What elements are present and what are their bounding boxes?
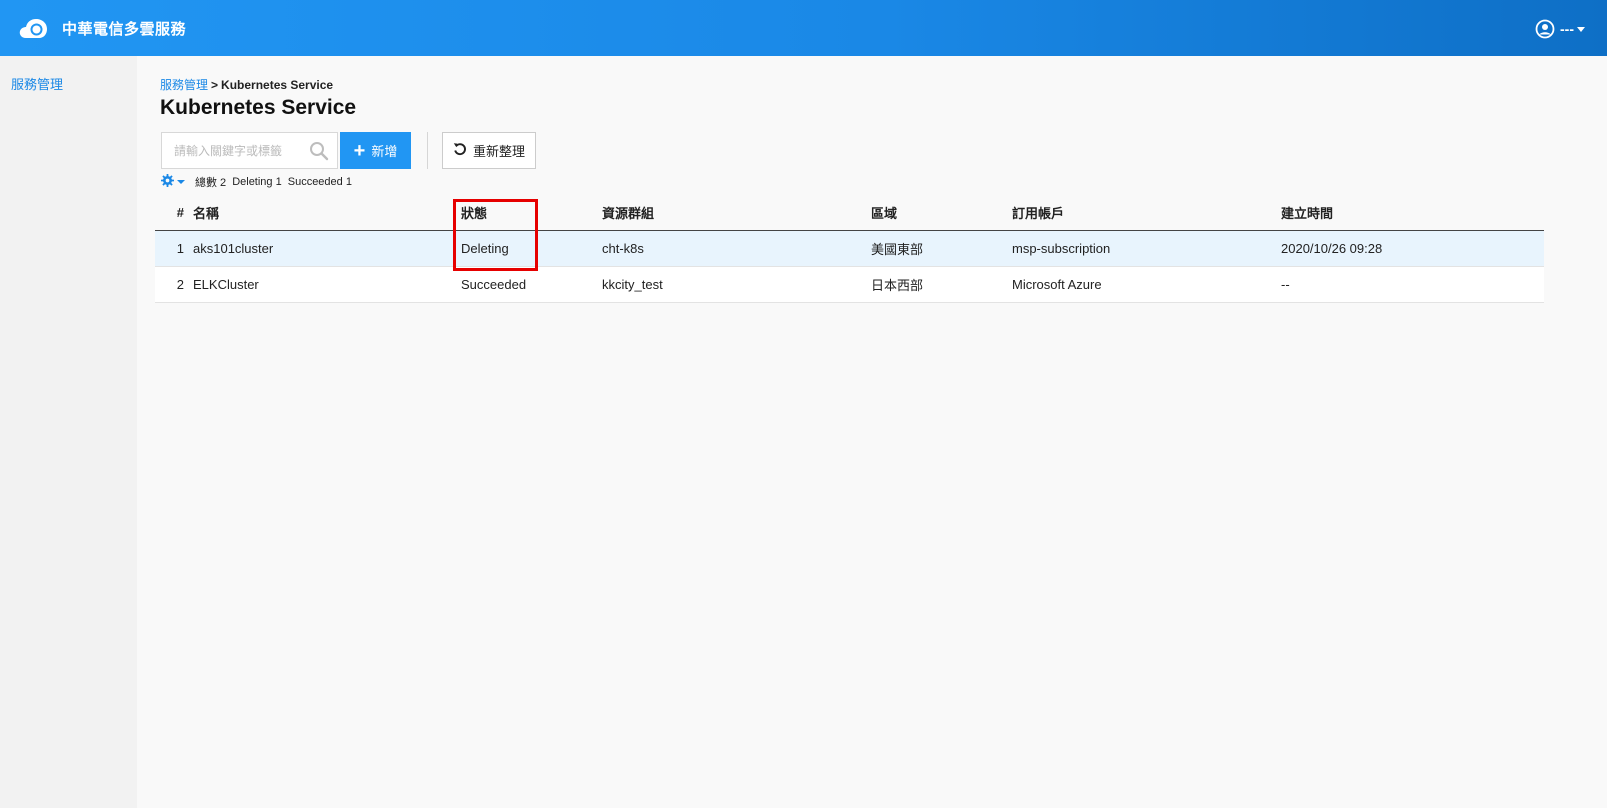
column-header-name[interactable]: 名稱 — [192, 196, 461, 231]
breadcrumb-link-service-management[interactable]: 服務管理 — [160, 78, 208, 92]
cluster-table: # 名稱 狀態 資源群組 區域 訂用帳戶 建立時間 1 aks101cluste… — [155, 196, 1544, 303]
table-row[interactable]: 1 aks101cluster Deleting cht-k8s 美國東部 ms… — [155, 230, 1544, 267]
table-header-row: # 名稱 狀態 資源群組 區域 訂用帳戶 建立時間 — [155, 196, 1544, 231]
refresh-button[interactable]: 重新整理 — [442, 132, 536, 169]
cell-subscription: msp-subscription — [1012, 230, 1281, 267]
add-button[interactable]: + 新增 — [340, 132, 411, 169]
column-header-subscription[interactable]: 訂用帳戶 — [1012, 196, 1281, 231]
page-title: Kubernetes Service — [160, 96, 357, 119]
add-button-label: 新增 — [371, 144, 398, 159]
breadcrumb-separator: > — [211, 78, 219, 92]
plus-icon: + — [353, 139, 366, 162]
chevron-down-icon — [177, 180, 185, 184]
brand[interactable]: 中華電信多雲服務 — [18, 14, 186, 42]
breadcrumb: 服務管理 > Kubernetes Service — [160, 76, 333, 93]
search-box — [161, 132, 338, 169]
cloud-logo-icon — [18, 16, 50, 40]
cell-region: 美國東部 — [871, 230, 1012, 267]
toolbar-divider — [427, 132, 428, 169]
summary-deleting: Deleting 1 — [232, 176, 282, 188]
user-menu[interactable]: --- — [1535, 18, 1585, 40]
settings-dropdown[interactable] — [161, 174, 185, 190]
app-title: 中華電信多雲服務 — [62, 20, 187, 38]
cell-created: -- — [1281, 266, 1544, 303]
breadcrumb-current: Kubernetes Service — [221, 78, 334, 92]
cell-status: Succeeded — [461, 266, 602, 303]
cell-region: 日本西部 — [871, 266, 1012, 303]
cell-resource-group: kkcity_test — [602, 266, 871, 303]
column-header-status[interactable]: 狀態 — [461, 196, 602, 231]
cell-name: ELKCluster — [192, 266, 461, 303]
chevron-down-icon — [1577, 26, 1585, 32]
search-icon[interactable] — [309, 141, 329, 164]
sidebar: 服務管理 — [0, 56, 137, 808]
row-index: 2 — [155, 266, 192, 303]
table-row[interactable]: 2 ELKCluster Succeeded kkcity_test 日本西部 … — [155, 266, 1544, 303]
column-header-created[interactable]: 建立時間 — [1281, 196, 1544, 231]
column-header-region[interactable]: 區域 — [871, 196, 1012, 231]
column-header-resource-group[interactable]: 資源群組 — [602, 196, 871, 231]
cell-name: aks101cluster — [192, 230, 461, 267]
cell-status: Deleting — [461, 230, 602, 267]
sidebar-item-service-management[interactable]: 服務管理 — [11, 74, 63, 93]
top-header-bar: 中華電信多雲服務 --- — [0, 0, 1607, 56]
main-content: 服務管理 > Kubernetes Service Kubernetes Servi… — [137, 56, 1607, 808]
row-index: 1 — [155, 230, 192, 267]
gear-icon — [161, 174, 174, 190]
user-circle-icon — [1535, 19, 1555, 39]
cell-resource-group: cht-k8s — [602, 230, 871, 267]
column-header-index: # — [155, 196, 192, 231]
refresh-button-label: 重新整理 — [472, 144, 525, 159]
summary-succeeded: Succeeded 1 — [287, 176, 352, 188]
cell-created: 2020/10/26 09:28 — [1281, 230, 1544, 267]
summary-bar: 總數 2 Deleting 1 Succeeded 1 — [161, 174, 358, 190]
search-input[interactable] — [162, 133, 302, 168]
cell-subscription: Microsoft Azure — [1012, 266, 1281, 303]
summary-total: 總數 2 — [195, 177, 227, 189]
user-name: --- — [1560, 21, 1574, 37]
refresh-icon — [453, 142, 473, 159]
